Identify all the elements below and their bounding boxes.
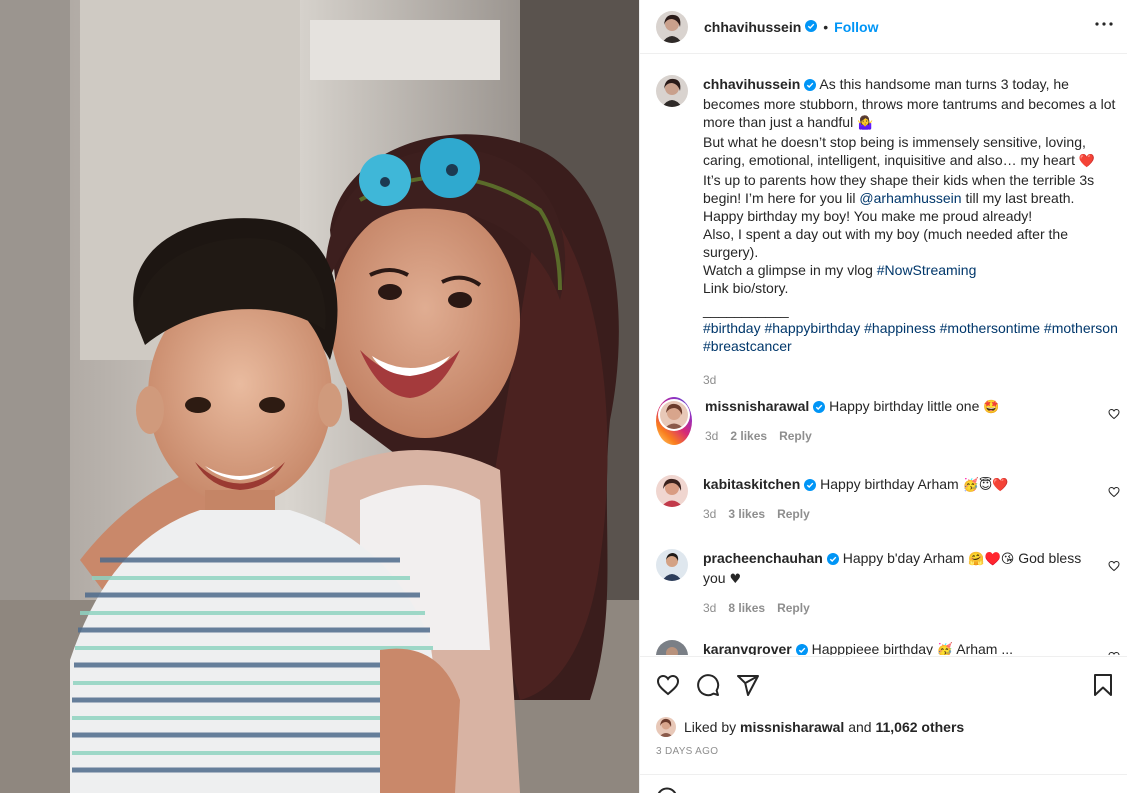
post-date[interactable]: 3 DAYS AGO (656, 746, 718, 757)
comment-meta: 3d 8 likes Reply (703, 599, 1083, 617)
comment-item: kabitaskitchen Happy birthday Arham 🥳😇❤️… (656, 475, 1126, 523)
hashtag-link[interactable]: #motherson (1044, 320, 1118, 336)
comment-meta: 3d 2 likes Reply (705, 427, 1085, 445)
verified-badge-icon (795, 642, 808, 655)
author-avatar[interactable] (656, 10, 688, 43)
reply-button[interactable]: Reply (779, 427, 812, 445)
comment-time[interactable]: 3d (703, 599, 716, 617)
caption-line: till my last breath. (965, 190, 1075, 206)
comment-time[interactable]: 3d (705, 427, 718, 445)
commenter-avatar[interactable] (656, 397, 692, 445)
caption-divider: ___________ (703, 302, 789, 318)
hashtag-link[interactable]: #happybirthday (764, 320, 860, 336)
caption-line: Happy birthday my boy! You make me proud… (703, 208, 1033, 224)
hashtag-link[interactable]: #birthday (703, 320, 761, 336)
comment-emoji: 🥳😇❤️ (962, 478, 1009, 493)
caption-text: chhavihussein As this handsome man turns… (703, 75, 1123, 389)
comment-emoji: ♥ (729, 572, 742, 587)
comment-emoji: 🤩 (983, 400, 1000, 415)
liked-by-count[interactable]: 11,062 others (875, 719, 964, 735)
verified-badge-icon (813, 399, 826, 417)
mention-link[interactable]: @arhamhussein (859, 190, 961, 206)
caption-line: Watch a glimpse in my vlog (703, 262, 873, 278)
verified-badge-icon (804, 77, 817, 95)
photo-illustration (0, 0, 639, 793)
like-comment-icon[interactable] (1108, 485, 1120, 501)
comment-likes[interactable]: 3 likes (728, 505, 765, 523)
post-caption: chhavihussein As this handsome man turns… (656, 75, 1126, 389)
liked-by-summary: Liked by missnisharawal and 11,062 other… (656, 717, 964, 737)
hashtag-link[interactable]: #NowStreaming (877, 262, 977, 278)
verified-badge-icon (805, 19, 818, 35)
commenter-avatar[interactable] (656, 549, 688, 581)
post-details-panel: chhavihussein • Follow chhavihussein As … (639, 0, 1127, 793)
author-username[interactable]: chhavihussein (704, 19, 801, 35)
comment-time[interactable]: 3d (703, 505, 716, 523)
comment-text-continued: Arham ... (956, 641, 1014, 655)
comment-meta: 3d 3 likes Reply (703, 505, 1083, 523)
caption-timestamp[interactable]: 3d (703, 371, 1123, 389)
share-paper-plane-icon[interactable] (736, 673, 760, 700)
comment-likes[interactable]: 8 likes (728, 599, 765, 617)
caption-line: Link bio/story. (703, 280, 789, 296)
comment-text: Happpieee birthday (811, 641, 934, 655)
commenter-username[interactable]: karanvgrover (703, 641, 792, 655)
comments-scroll-area[interactable]: chhavihussein As this handsome man turns… (640, 55, 1127, 655)
liked-by-prefix: Liked by (684, 719, 737, 735)
liked-by-and: and (848, 719, 872, 735)
caption-username[interactable]: chhavihussein (703, 76, 800, 92)
shrug-emoji: 🤷‍♀️ (857, 116, 874, 131)
comment-item: pracheenchauhan Happy b'day Arham 🤗♥️😘 G… (656, 549, 1126, 617)
verified-badge-icon (826, 551, 839, 569)
hashtag-link[interactable]: #breastcancer (703, 338, 792, 354)
reply-button[interactable]: Reply (777, 599, 810, 617)
heart-emoji: ❤️ (1078, 154, 1096, 169)
commenter-username[interactable]: missnisharawal (705, 398, 809, 414)
comment-text: Happy b'day Arham (842, 550, 965, 566)
verified-badge-icon (804, 477, 817, 495)
comment-text: Happy birthday little one (829, 398, 980, 414)
comment-item: karanvgrover Happpieee birthday 🥳 Arham … (656, 640, 1126, 655)
hashtag-link[interactable]: #mothersontime (940, 320, 1040, 336)
caption-author-avatar[interactable] (656, 75, 688, 107)
post-actions: Liked by missnisharawal and 11,062 other… (640, 656, 1127, 774)
like-comment-icon[interactable] (1108, 650, 1120, 655)
comment-emoji: 🤗♥️😘 (968, 552, 1015, 567)
reply-button[interactable]: Reply (777, 505, 810, 523)
comment-item: missnisharawal Happy birthday little one… (656, 397, 1126, 445)
post-photo[interactable] (0, 0, 639, 793)
liker-avatar[interactable] (656, 717, 676, 737)
post-header: chhavihussein • Follow (640, 0, 1127, 54)
comment-bubble-icon[interactable] (696, 673, 720, 700)
comment-likes[interactable]: 2 likes (730, 427, 767, 445)
follow-button[interactable]: Follow (834, 19, 878, 35)
comment-emoji: 🥳 (936, 643, 954, 655)
hashtag-link[interactable]: #happiness (864, 320, 936, 336)
like-heart-icon[interactable] (656, 673, 680, 700)
like-comment-icon[interactable] (1108, 407, 1120, 423)
commenter-username[interactable]: pracheenchauhan (703, 550, 823, 566)
commenter-username[interactable]: kabitaskitchen (703, 476, 800, 492)
more-options-icon[interactable] (1090, 12, 1118, 36)
separator-dot: • (823, 18, 829, 35)
caption-line: Also, I spent a day out with my boy (muc… (703, 226, 1068, 260)
commenter-avatar[interactable] (656, 475, 688, 507)
commenter-avatar[interactable] (656, 640, 688, 655)
like-comment-icon[interactable] (1108, 559, 1120, 575)
emoji-picker-icon[interactable] (656, 787, 678, 793)
caption-line: But what he doesn’t stop being is immens… (703, 134, 1086, 168)
add-comment-bar[interactable] (640, 774, 1127, 793)
liked-by-user[interactable]: missnisharawal (740, 719, 844, 735)
save-bookmark-icon[interactable] (1092, 673, 1114, 700)
comment-text: Happy birthday Arham (820, 476, 959, 492)
